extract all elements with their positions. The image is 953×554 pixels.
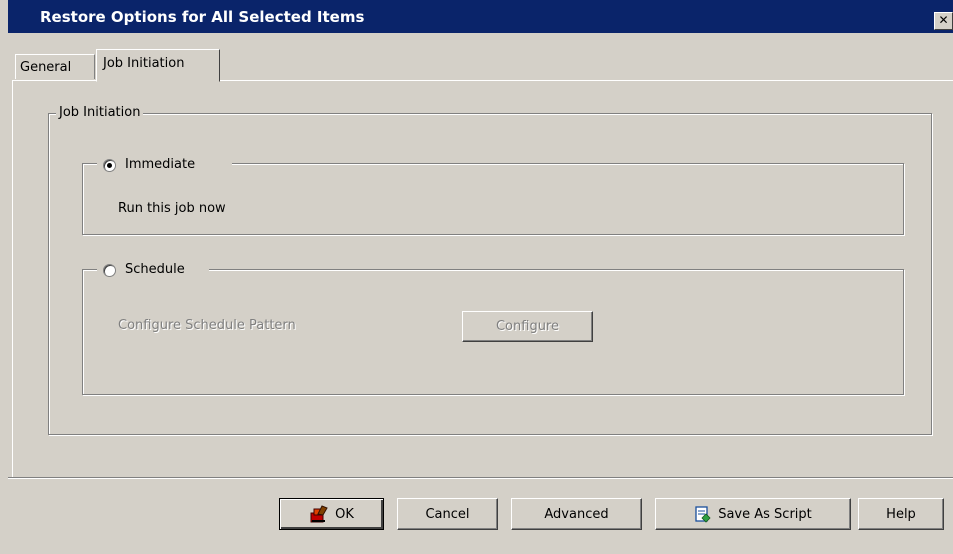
schedule-label[interactable]: Schedule [125, 262, 185, 278]
script-icon [694, 505, 712, 523]
cancel-button-label: Cancel [425, 506, 470, 522]
tab-job-initiation[interactable]: Job Initiation [96, 49, 220, 82]
tab-general-label: General [20, 60, 72, 75]
immediate-radio[interactable] [103, 159, 116, 172]
immediate-description: Run this job now [118, 201, 226, 216]
tab-job-initiation-label: Job Initiation [103, 56, 185, 71]
close-icon: ✕ [938, 13, 949, 27]
close-button[interactable]: ✕ [934, 12, 953, 30]
save-as-script-button[interactable]: Save As Script [655, 498, 851, 530]
save-as-script-button-label: Save As Script [718, 506, 812, 522]
job-initiation-group-label: Job Initiation [56, 105, 144, 121]
schedule-radio[interactable] [103, 264, 116, 277]
tab-general[interactable]: General [15, 54, 95, 79]
configure-button[interactable]: Configure [462, 311, 593, 342]
advanced-button[interactable]: Advanced [511, 498, 642, 530]
configure-button-label: Configure [495, 319, 559, 334]
advanced-button-label: Advanced [544, 506, 609, 522]
title-bar: Restore Options for All Selected Items [8, 0, 953, 33]
cancel-button[interactable]: Cancel [397, 498, 498, 530]
ok-button-label: OK [335, 506, 354, 522]
help-button-label: Help [886, 506, 916, 522]
schedule-pattern-label: Configure Schedule Pattern [118, 318, 296, 333]
immediate-label[interactable]: Immediate [125, 157, 195, 173]
ok-check-icon [309, 504, 329, 524]
window-title: Restore Options for All Selected Items [40, 8, 365, 26]
ok-button[interactable]: OK [279, 498, 384, 530]
help-button[interactable]: Help [858, 498, 944, 530]
footer-separator [8, 477, 953, 479]
